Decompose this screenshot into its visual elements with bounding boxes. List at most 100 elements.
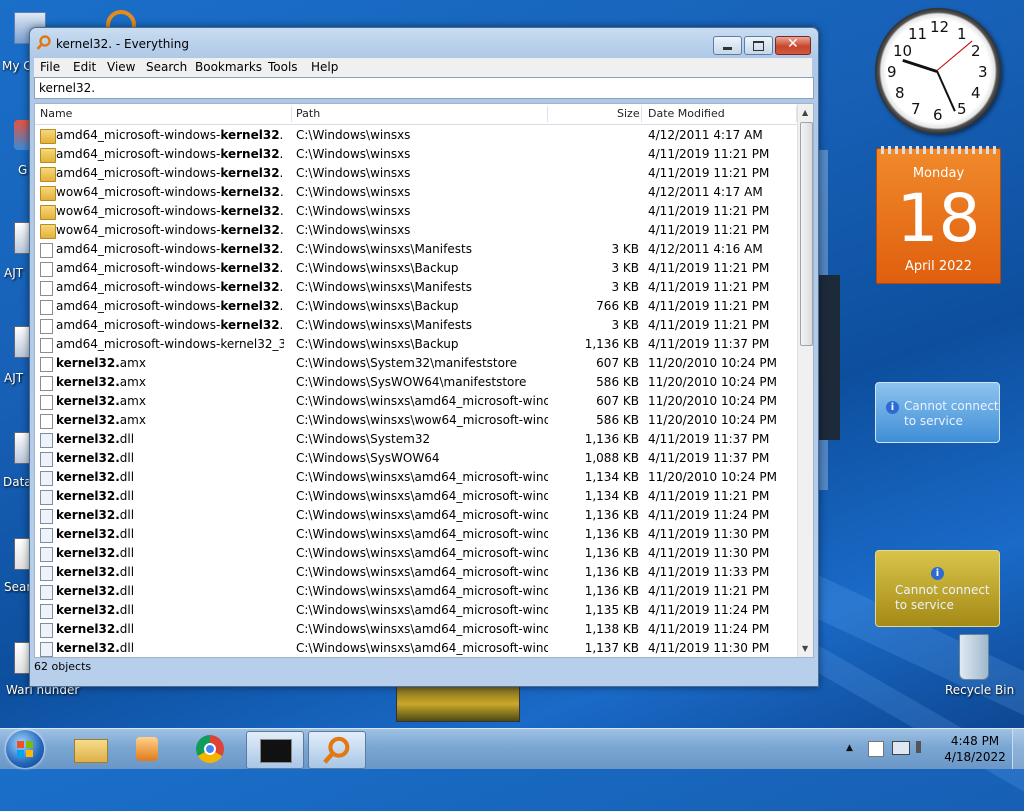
table-row[interactable]: kernel32.dll C:\Windows\winsxs\amd64_micr… — [35, 639, 797, 657]
table-row[interactable]: kernel32.dll C:\Windows\winsxs\amd64_micr… — [35, 525, 797, 544]
cell-size: 607 KB — [596, 356, 639, 370]
desktop-icon-label[interactable]: My C — [2, 59, 32, 73]
everything-window[interactable]: kernel32. - Everything ✕ File Edit View … — [29, 27, 819, 687]
scroll-down-arrow-icon[interactable]: ▼ — [802, 644, 808, 653]
cell-size: 1,134 KB — [584, 489, 639, 503]
table-row[interactable]: kernel32.dll C:\Windows\winsxs\amd64_micr… — [35, 620, 797, 639]
taskbar-chrome-button[interactable] — [182, 731, 238, 767]
table-row[interactable]: amd64_microsoft-windows-kernel32.res... C… — [35, 316, 797, 335]
table-row[interactable]: amd64_microsoft-windows-kernel32.res... C… — [35, 164, 797, 183]
table-row[interactable]: wow64_microsoft-windows-kernel32.res... C… — [35, 221, 797, 240]
column-date-modified[interactable]: Date Modified — [648, 107, 725, 120]
taskbar-explorer-button[interactable] — [62, 731, 118, 767]
column-separator[interactable] — [641, 106, 642, 122]
action-center-flag-icon[interactable] — [868, 741, 884, 757]
menu-view[interactable]: View — [107, 60, 135, 74]
cell-path: C:\Windows\winsxs\Manifests — [296, 318, 472, 332]
table-row[interactable]: kernel32.dll C:\Windows\winsxs\amd64_micr… — [35, 601, 797, 620]
menu-search[interactable]: Search — [146, 60, 187, 74]
desktop-icon-label[interactable]: AJT — [4, 371, 23, 385]
start-button[interactable] — [6, 730, 44, 768]
minimize-button[interactable] — [713, 36, 742, 55]
table-row[interactable]: amd64_microsoft-windows-kernel32.res... C… — [35, 297, 797, 316]
table-row[interactable]: kernel32.dll C:\Windows\winsxs\amd64_micr… — [35, 544, 797, 563]
table-row[interactable]: kernel32.dll C:\Windows\winsxs\amd64_micr… — [35, 487, 797, 506]
table-row[interactable]: kernel32.amx C:\Windows\winsxs\amd64_micr… — [35, 392, 797, 411]
search-input[interactable]: kernel32. — [34, 77, 814, 99]
desktop-icon-label[interactable]: Data — [3, 475, 32, 489]
table-row[interactable]: kernel32.amx C:\Windows\SysWOW64\manifest… — [35, 373, 797, 392]
name-match: kernel32 — [220, 185, 280, 199]
cell-date-modified: 4/11/2019 11:21 PM — [648, 584, 770, 598]
name-suffix: dll — [119, 603, 135, 617]
column-separator[interactable] — [291, 106, 292, 122]
desktop-icon-label[interactable]: G — [18, 163, 27, 177]
cell-path: C:\Windows\winsxs\amd64_microsoft-windo.… — [296, 470, 548, 484]
column-name[interactable]: Name — [40, 107, 72, 120]
media-player-icon — [136, 737, 158, 761]
taskbar-media-player-button[interactable] — [120, 731, 176, 767]
table-row[interactable]: kernel32.amx C:\Windows\System32\manifest… — [35, 354, 797, 373]
vertical-scrollbar[interactable]: ▲ ▼ — [797, 104, 813, 657]
dll-icon — [40, 547, 53, 562]
taskbar-everything-button[interactable] — [308, 731, 366, 769]
cell-path: C:\Windows\winsxs\amd64_microsoft-windo.… — [296, 394, 548, 408]
menu-file[interactable]: File — [40, 60, 60, 74]
cell-date-modified: 4/11/2019 11:21 PM — [648, 489, 770, 503]
menu-help[interactable]: Help — [311, 60, 338, 74]
column-separator[interactable] — [547, 106, 548, 122]
recycle-bin-icon[interactable] — [959, 634, 989, 680]
scroll-up-arrow-icon[interactable]: ▲ — [802, 108, 808, 117]
table-row[interactable]: wow64_microsoft-windows-kernel32.res... C… — [35, 202, 797, 221]
file-icon — [40, 262, 53, 277]
table-row[interactable]: amd64_microsoft-windows-kernel32.res... C… — [35, 278, 797, 297]
taskbar-clock[interactable]: 4:48 PM 4/18/2022 — [940, 733, 1010, 765]
table-row[interactable]: amd64_microsoft-windows-kernel32.res... C… — [35, 145, 797, 164]
menu-edit[interactable]: Edit — [73, 60, 96, 74]
table-row[interactable]: amd64_microsoft-windows-kernel32.res... C… — [35, 240, 797, 259]
weather-gadget-2[interactable]: i Cannot connect to service — [875, 550, 1000, 627]
name-suffix: amx — [119, 413, 146, 427]
table-row[interactable]: wow64_microsoft-windows-kernel32.res... C… — [35, 183, 797, 202]
taskbar-date: 4/18/2022 — [944, 750, 1006, 764]
cell-size: 1,136 KB — [584, 565, 639, 579]
table-row[interactable]: kernel32.dll C:\Windows\winsxs\amd64_micr… — [35, 563, 797, 582]
name-match: kernel32. — [56, 413, 120, 427]
name-suffix: dll — [119, 432, 135, 446]
menu-tools[interactable]: Tools — [268, 60, 298, 74]
recycle-bin-label[interactable]: Recycle Bin — [945, 683, 1014, 697]
clock-gadget[interactable]: 12 1 2 3 4 5 6 7 8 9 10 11 — [875, 8, 1001, 134]
table-row[interactable]: kernel32.amx C:\Windows\winsxs\wow64_micr… — [35, 411, 797, 430]
scrollbar-thumb[interactable] — [800, 122, 813, 346]
name-suffix: .res... — [279, 280, 284, 294]
table-row[interactable]: amd64_microsoft-windows-kernel32_31bf...… — [35, 335, 797, 354]
table-row[interactable]: amd64_microsoft-windows-kernel32.res... C… — [35, 259, 797, 278]
show-hidden-icons-arrow[interactable]: ▲ — [846, 743, 853, 753]
desktop-icon-label[interactable]: Sear — [4, 580, 31, 594]
results-list[interactable]: Name Path Size Date Modified amd64_micro… — [34, 103, 814, 658]
maximize-button[interactable] — [744, 36, 773, 55]
network-icon[interactable] — [892, 741, 910, 755]
name-match: kernel32 — [220, 299, 280, 313]
name-suffix: .res... — [279, 204, 284, 218]
calendar-gadget[interactable]: Monday 18 April 2022 — [876, 146, 1001, 284]
column-size[interactable]: Size — [617, 107, 640, 120]
table-row[interactable]: kernel32.dll C:\Windows\winsxs\amd64_micr… — [35, 468, 797, 487]
dll-icon — [40, 509, 53, 524]
table-row[interactable]: kernel32.dll C:\Windows\winsxs\amd64_micr… — [35, 506, 797, 525]
menu-bookmarks[interactable]: Bookmarks — [195, 60, 262, 74]
clock-hour-hand — [902, 58, 938, 73]
desktop-icon-label[interactable]: AJT — [4, 266, 23, 280]
show-desktop-button[interactable] — [1012, 729, 1024, 769]
column-path[interactable]: Path — [296, 107, 320, 120]
table-row[interactable]: kernel32.dll C:\Windows\System32 1,136 KB 4… — [35, 430, 797, 449]
taskbar-cmd-button[interactable] — [246, 731, 304, 769]
close-button[interactable]: ✕ — [775, 36, 811, 55]
cell-date-modified: 4/11/2019 11:33 PM — [648, 565, 770, 579]
table-row[interactable]: kernel32.dll C:\Windows\winsxs\amd64_micr… — [35, 582, 797, 601]
volume-icon[interactable] — [916, 741, 928, 753]
table-row[interactable]: amd64_microsoft-windows-kernel32.res... C… — [35, 126, 797, 145]
table-row[interactable]: kernel32.dll C:\Windows\SysWOW64 1,088 KB 4… — [35, 449, 797, 468]
folder-icon — [40, 186, 56, 201]
weather-gadget-1[interactable]: i Cannot connect to service — [875, 382, 1000, 443]
